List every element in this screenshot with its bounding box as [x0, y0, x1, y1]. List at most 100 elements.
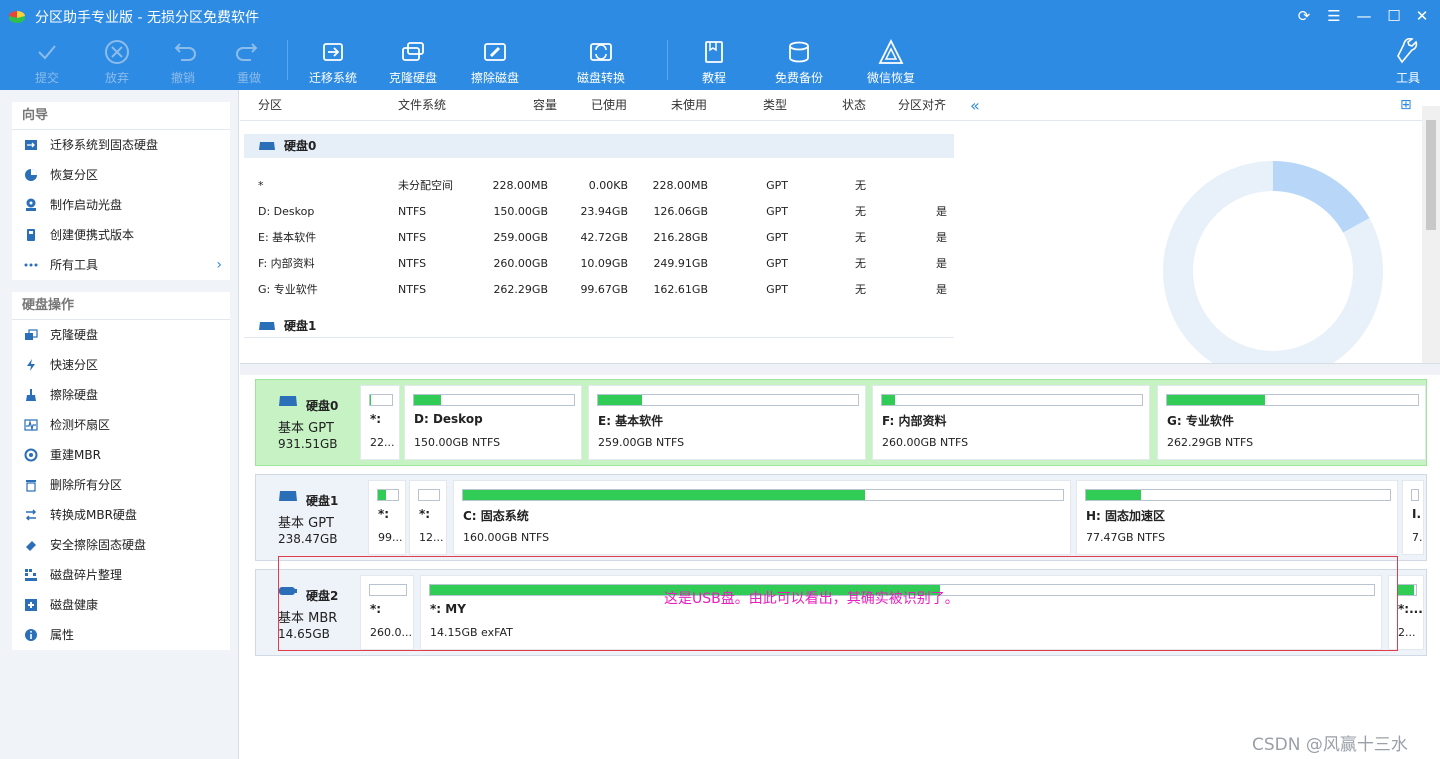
disk-name: 硬盘1 — [306, 494, 339, 508]
sidebar-item-boot-disc[interactable]: 制作启动光盘 — [12, 190, 230, 220]
cell-name: G: 专业软件 — [258, 283, 318, 296]
partition-info: 150.00GB NTFS — [414, 436, 501, 449]
health-icon — [25, 599, 37, 611]
partition-block[interactable]: F: 内部资料 260.00GB NTFS — [872, 385, 1150, 460]
close-button[interactable]: ✕ — [1412, 6, 1432, 26]
sidebar-item-secure-erase[interactable]: 安全擦除固态硬盘 — [12, 530, 230, 560]
wipe-disk-label: 擦除磁盘 — [470, 71, 519, 85]
disk-icon — [279, 491, 297, 501]
sidebar-item-delete-all[interactable]: 删除所有分区 — [12, 470, 230, 500]
sidebar-item-label: 磁盘碎片整理 — [50, 568, 123, 582]
pane-splitter[interactable] — [240, 363, 1440, 375]
col-status[interactable]: 状态 — [836, 90, 872, 121]
partition-row[interactable]: F: 内部资料 NTFS 260.00GB 10.09GB 249.91GB GPT 无 是 — [240, 251, 954, 277]
wechat-recovery-button[interactable]: 微信恢复 — [860, 32, 922, 90]
partition-block[interactable]: H: 固态加速区 77.47GB NTFS — [1076, 480, 1398, 555]
cell-align: 是 — [936, 283, 947, 296]
redo-button[interactable]: 重做 — [224, 32, 274, 90]
migrate-os-button[interactable]: 迁移系统 — [302, 32, 364, 90]
maximize-button[interactable]: ☐ — [1384, 6, 1404, 26]
menu-icon[interactable]: ☰ — [1324, 6, 1344, 26]
disk-map-row-disk0[interactable]: 硬盘0 基本 GPT 931.51GB *: 22... D: Deskop 150.… — [255, 379, 1427, 466]
usage-bar-fill — [1167, 395, 1265, 405]
cell-fs: NTFS — [398, 283, 427, 296]
sidebar-item-bad-sectors[interactable]: 检测坏扇区 — [12, 410, 230, 440]
tutorial-button[interactable]: 教程 — [686, 32, 742, 90]
col-unused[interactable]: 未使用 — [665, 90, 713, 121]
sidebar-item-disk-health[interactable]: 磁盘健康 — [12, 590, 230, 620]
partition-block[interactable]: I.. 7. — [1402, 480, 1424, 555]
sidebar-item-wipe-disk[interactable]: 擦除硬盘 — [12, 380, 230, 410]
clone-disk-button[interactable]: 克隆硬盘 — [382, 32, 444, 90]
partition-name: *: — [370, 412, 382, 426]
cell-type: GPT — [766, 205, 788, 218]
wipe-disk-icon — [484, 43, 506, 61]
minimize-button[interactable]: — — [1354, 6, 1374, 26]
toolbar-separator — [287, 40, 288, 80]
cell-used: 99.67GB — [580, 283, 628, 296]
sidebar-item-all-tools[interactable]: 所有工具 › — [12, 250, 230, 280]
disk0-group-header[interactable]: 硬盘0 — [244, 134, 954, 158]
sidebar-item-properties[interactable]: 属性 — [12, 620, 230, 650]
free-backup-label: 免费备份 — [774, 71, 823, 85]
sidebar-item-defrag[interactable]: 磁盘碎片整理 — [12, 560, 230, 590]
disk-icon — [259, 142, 275, 150]
partition-block[interactable]: D: Deskop 150.00GB NTFS — [404, 385, 582, 460]
undo-button[interactable]: 撤销 — [158, 32, 208, 90]
partition-block[interactable]: *: 22... — [360, 385, 400, 460]
discard-button[interactable]: 放弃 — [92, 32, 142, 90]
title-bar: 分区助手专业版 - 无损分区免费软件 ⟳ ☰ — ☐ ✕ — [0, 0, 1440, 32]
partition-row[interactable]: E: 基本软件 NTFS 259.00GB 42.72GB 216.28GB GPT 无 是 — [240, 225, 954, 251]
grid-scrollbar[interactable] — [1422, 106, 1440, 364]
disk1-group-header[interactable]: 硬盘1 — [244, 314, 954, 338]
partition-block[interactable]: *: 12... — [409, 480, 447, 555]
col-partition[interactable]: 分区 — [252, 90, 288, 121]
partition-row[interactable]: D: Deskop NTFS 150.00GB 23.94GB 126.06GB GPT 无… — [240, 199, 954, 225]
partition-info: 2... — [1398, 626, 1416, 639]
usage-bar — [1411, 489, 1419, 501]
partition-block[interactable]: C: 固态系统 160.00GB NTFS — [453, 480, 1071, 555]
sidebar-item-quick-partition[interactable]: 快速分区 — [12, 350, 230, 380]
cell-used: 0.00KB — [588, 179, 628, 192]
sidebar-item-convert-mbr[interactable]: 转换成MBR硬盘 — [12, 500, 230, 530]
partition-info: 262.29GB NTFS — [1167, 436, 1254, 449]
partition-row[interactable]: G: 专业软件 NTFS 262.29GB 99.67GB 162.61GB GPT 无 是 — [240, 277, 954, 303]
sidebar-item-rebuild-mbr[interactable]: 重建MBR — [12, 440, 230, 470]
sidebar-item-label: 重建MBR — [50, 448, 101, 462]
undo-icon — [174, 43, 196, 61]
convert-disk-button[interactable]: 磁盘转换 — [570, 32, 632, 90]
partition-block[interactable]: G: 专业软件 262.29GB NTFS — [1157, 385, 1426, 460]
partition-block[interactable]: *: 99... — [368, 480, 406, 555]
usage-bar — [462, 489, 1064, 501]
collapse-icon[interactable]: « — [964, 90, 986, 121]
col-align[interactable]: 分区对齐 — [892, 90, 952, 121]
toolbar-separator — [667, 40, 668, 80]
col-capacity[interactable]: 容量 — [515, 90, 563, 121]
col-type[interactable]: 类型 — [757, 90, 793, 121]
partition-row[interactable]: * 未分配空间 228.00MB 0.00KB 228.00MB GPT 无 — [240, 173, 954, 199]
partition-info: 22... — [370, 436, 395, 449]
tools-button[interactable]: 工具 — [1388, 32, 1428, 90]
refresh-icon[interactable]: ⟳ — [1294, 6, 1314, 26]
scrollbar-thumb[interactable] — [1426, 120, 1436, 230]
cell-status: 无 — [855, 231, 866, 244]
clone-icon — [25, 329, 38, 340]
layout-toggle-icon[interactable]: ⊞ — [1394, 90, 1418, 121]
sidebar-item-migrate-ssd[interactable]: 迁移系统到固态硬盘 — [12, 130, 230, 160]
commit-button[interactable]: 提交 — [22, 32, 72, 90]
col-used[interactable]: 已使用 — [585, 90, 633, 121]
disk-map-row-disk1[interactable]: 硬盘1 基本 GPT 238.47GB *: 99... *: 12... C: 固态系… — [255, 474, 1427, 561]
backup-icon — [789, 41, 809, 63]
sidebar-item-clone-disk[interactable]: 克隆硬盘 — [12, 320, 230, 350]
wipe-disk-button[interactable]: 擦除磁盘 — [464, 32, 526, 90]
free-backup-button[interactable]: 免费备份 — [768, 32, 830, 90]
partition-name: *:... — [1398, 602, 1422, 616]
cell-fs: 未分配空间 — [398, 179, 453, 192]
col-filesystem[interactable]: 文件系统 — [392, 90, 452, 121]
sidebar-item-label: 属性 — [50, 628, 75, 642]
cell-status: 无 — [855, 205, 866, 218]
cell-type: GPT — [766, 257, 788, 270]
sidebar-item-recover-partition[interactable]: 恢复分区 — [12, 160, 230, 190]
sidebar-item-portable[interactable]: 创建便携式版本 — [12, 220, 230, 250]
partition-block[interactable]: E: 基本软件 259.00GB NTFS — [588, 385, 866, 460]
